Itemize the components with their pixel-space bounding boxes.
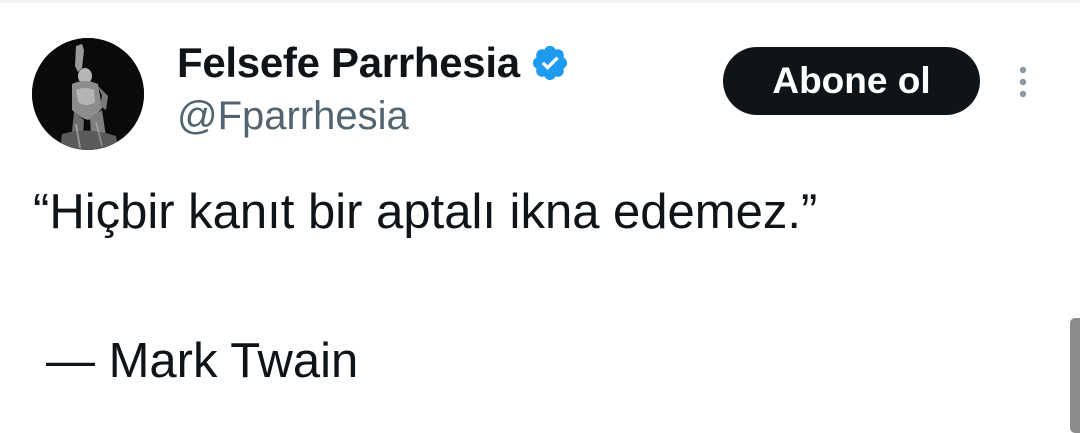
display-name[interactable]: Felsefe Parrhesia — [177, 39, 520, 87]
verified-badge-icon — [530, 43, 570, 83]
more-vertical-icon — [1019, 66, 1027, 98]
scrollbar-thumb[interactable] — [1070, 318, 1080, 433]
user-handle[interactable]: @Fparrhesia — [177, 94, 409, 139]
tweet-text: “Hiçbir kanıt bir aptalı ikna edemez.” — [33, 185, 818, 239]
avatar[interactable] — [32, 38, 144, 150]
statue-avatar-icon — [32, 38, 144, 150]
tweet-attribution: — Mark Twain — [46, 334, 359, 388]
more-options-button[interactable] — [1008, 58, 1038, 106]
tweet-card: Felsefe Parrhesia @Fparrhesia Abone ol “… — [0, 0, 1080, 433]
display-name-row: Felsefe Parrhesia — [177, 36, 570, 90]
follow-button[interactable]: Abone ol — [723, 47, 980, 115]
